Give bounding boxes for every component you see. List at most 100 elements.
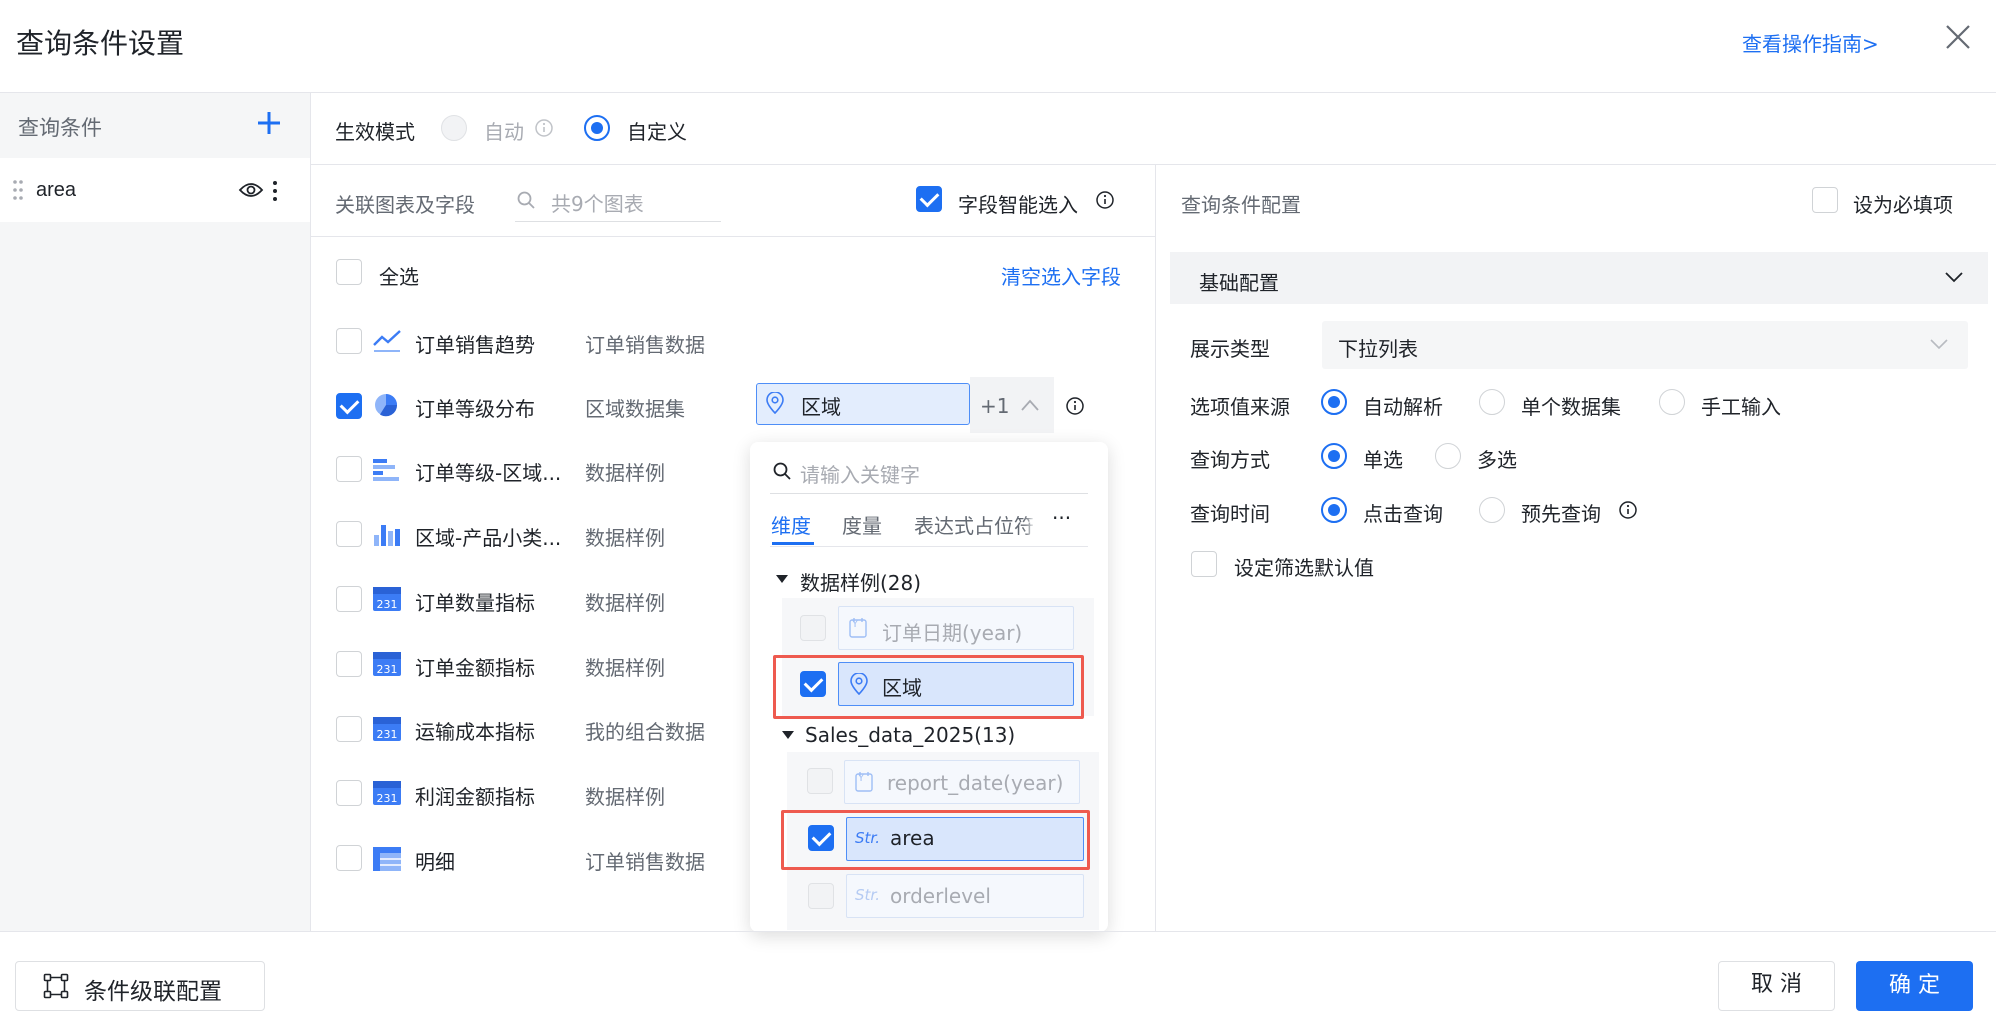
source-manual-label: 手工输入 [1701, 395, 1781, 419]
field-label: orderlevel [890, 884, 991, 908]
chart-checkbox[interactable] [336, 716, 362, 742]
pie-chart-icon [375, 394, 398, 417]
source-dataset-label: 单个数据集 [1521, 395, 1621, 419]
smart-select-checkbox[interactable] [916, 186, 942, 212]
info-icon [1096, 191, 1114, 209]
source-manual-radio[interactable] [1659, 389, 1685, 415]
chart-checkbox[interactable] [336, 456, 362, 482]
bar-chart-vertical-icon [374, 525, 400, 546]
basic-config-title: 基础配置 [1199, 271, 1279, 295]
info-icon [1066, 397, 1084, 415]
select-all-label: 全选 [379, 265, 419, 289]
bar-chart-horizontal-icon [373, 459, 399, 481]
field-checkbox [800, 615, 826, 641]
clear-fields-link[interactable]: 清空选入字段 [1001, 261, 1121, 290]
chart-dataset: 订单销售数据 [585, 850, 705, 874]
caret-down-icon[interactable] [775, 574, 789, 584]
eye-icon[interactable] [238, 180, 264, 200]
svg-text:231: 231 [377, 663, 398, 676]
smart-select-label: 字段智能选入 [958, 193, 1078, 217]
chart-checkbox[interactable] [336, 393, 362, 419]
mode-custom-radio[interactable] [584, 115, 610, 141]
active-tab-indicator [772, 542, 814, 545]
required-checkbox[interactable] [1812, 187, 1838, 213]
kpi-icon: 231 [373, 587, 401, 611]
chart-checkbox[interactable] [336, 845, 362, 871]
more-vertical-icon[interactable] [270, 180, 280, 202]
chart-dataset: 数据样例 [585, 785, 665, 809]
close-icon[interactable] [1943, 22, 1973, 52]
query-time-label: 查询时间 [1190, 502, 1270, 526]
chart-dataset: 数据样例 [585, 526, 665, 550]
default-value-label: 设定筛选默认值 [1234, 556, 1374, 580]
chart-checkbox[interactable] [336, 651, 362, 677]
tab-dimension[interactable]: 维度 [771, 510, 811, 539]
field-checkbox [807, 768, 833, 794]
default-value-checkbox[interactable] [1191, 551, 1217, 577]
confirm-button[interactable]: 确 定 [1856, 961, 1973, 1011]
info-icon [1619, 501, 1637, 519]
location-icon [766, 392, 784, 414]
add-condition-icon[interactable] [256, 110, 282, 136]
field-group-name: 数据样例(28) [800, 571, 922, 595]
field-label: report_date(year) [887, 771, 1064, 795]
string-type-icon: Str. [855, 886, 880, 904]
kpi-icon: 231 [373, 652, 401, 676]
config-panel-title: 查询条件配置 [1181, 193, 1301, 217]
drag-handle-icon[interactable] [12, 178, 24, 202]
tab-measure[interactable]: 度量 [842, 510, 882, 539]
selected-field-tag[interactable] [756, 383, 970, 425]
kpi-icon: 231 [373, 781, 401, 805]
select-all-checkbox[interactable] [336, 259, 362, 285]
chevron-up-icon[interactable] [1020, 398, 1040, 412]
chart-dataset: 数据样例 [585, 591, 665, 615]
chart-name: 订单金额指标 [415, 656, 535, 680]
caret-down-icon[interactable] [781, 730, 795, 740]
tab-more-icon[interactable]: ··· [1052, 506, 1071, 530]
basic-config-header[interactable] [1170, 252, 1988, 304]
svg-text:231: 231 [377, 792, 398, 805]
table-icon [373, 847, 401, 871]
query-multi-radio[interactable] [1435, 443, 1461, 469]
svg-text:231: 231 [377, 728, 398, 741]
chart-dataset: 数据样例 [585, 656, 665, 680]
source-label: 选项值来源 [1190, 395, 1290, 419]
operation-guide-link[interactable]: 查看操作指南> [1742, 28, 1879, 57]
chart-checkbox[interactable] [336, 521, 362, 547]
source-dataset-radio[interactable] [1479, 389, 1505, 415]
source-auto-radio[interactable] [1321, 389, 1347, 415]
chart-dataset: 我的组合数据 [585, 720, 705, 744]
cancel-button[interactable]: 取 消 [1718, 961, 1835, 1011]
query-click-radio[interactable] [1321, 497, 1347, 523]
svg-text:231: 231 [377, 598, 398, 611]
chart-checkbox[interactable] [336, 328, 362, 354]
chart-name: 订单等级分布 [415, 397, 535, 421]
mode-label: 生效模式 [335, 120, 415, 144]
query-single-radio[interactable] [1321, 443, 1347, 469]
tab-expression[interactable]: 表达式占位符 [914, 510, 1040, 539]
query-preload-radio[interactable] [1479, 497, 1505, 523]
field-group-name: Sales_data_2025(13) [805, 723, 1016, 747]
sidebar-item-label: area [36, 179, 77, 201]
chart-name: 订单数量指标 [415, 591, 535, 615]
required-label: 设为必填项 [1853, 193, 1953, 217]
chevron-down-icon[interactable] [1930, 338, 1948, 350]
selected-field-label: 区域 [801, 395, 841, 419]
chart-checkbox[interactable] [336, 586, 362, 612]
display-type-select[interactable] [1322, 321, 1968, 369]
query-click-label: 点击查询 [1363, 502, 1443, 526]
kpi-icon: 231 [373, 717, 401, 741]
extra-field-count: +1 [980, 394, 1010, 418]
chart-checkbox[interactable] [336, 780, 362, 806]
query-preload-label: 预先查询 [1521, 502, 1601, 526]
display-type-value: 下拉列表 [1338, 337, 1418, 361]
chevron-down-icon[interactable] [1945, 271, 1963, 283]
sidebar-header: 查询条件 [18, 116, 102, 140]
display-type-label: 展示类型 [1190, 337, 1270, 361]
field-label: 订单日期(year) [882, 621, 1023, 645]
chart-dataset: 数据样例 [585, 461, 665, 485]
field-search-input[interactable]: 请输入关键字 [800, 459, 920, 488]
mode-auto-label: 自动 [484, 120, 524, 144]
chart-name: 订单销售趋势 [415, 333, 535, 357]
chart-dataset: 区域数据集 [585, 397, 685, 421]
